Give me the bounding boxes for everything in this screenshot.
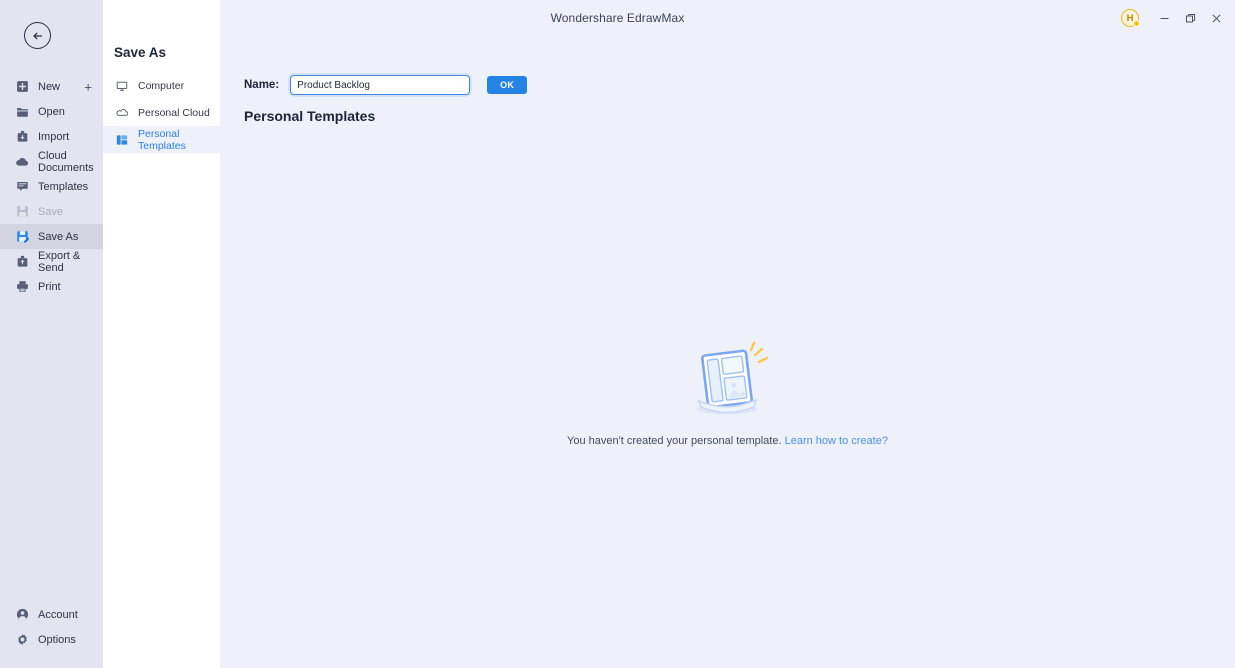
save-icon-svg <box>16 206 28 217</box>
sidebar-item-options[interactable]: Options <box>0 627 103 652</box>
personal-templates-icon <box>115 133 128 146</box>
sidebar-item-account[interactable]: Account <box>0 602 103 627</box>
avatar[interactable]: H <box>1121 9 1140 27</box>
left-sidebar: New + Open Import Cloud Documents Templa… <box>0 0 103 668</box>
content-area: Name: OK Personal Templates <box>220 36 1235 668</box>
folder-icon-svg <box>16 107 28 117</box>
sidebar-item-label: Print <box>38 280 61 293</box>
ok-button[interactable]: OK <box>487 76 528 94</box>
minimize-icon <box>1160 17 1168 19</box>
import-icon <box>15 130 29 144</box>
sidebar-item-label: Import <box>38 130 70 143</box>
name-input[interactable] <box>290 75 471 95</box>
window-controls: H <box>1121 6 1229 30</box>
edrawmax-window: Wondershare EdrawMax H New + Open Import… <box>0 0 1235 668</box>
save-destination-list: Computer Personal Cloud Personal Templat… <box>103 72 220 153</box>
sidebar-item-label: Templates <box>38 180 89 193</box>
save-target-computer[interactable]: Computer <box>103 72 220 99</box>
learn-how-to-create-link[interactable]: Learn how to create? <box>785 435 888 447</box>
folder-icon <box>15 105 29 119</box>
name-row: Name: OK <box>244 75 528 95</box>
save-target-personal-templates[interactable]: Personal Templates <box>103 126 220 153</box>
empty-state-message: You haven't created your personal templa… <box>567 435 782 447</box>
maximize-button[interactable] <box>1177 6 1203 30</box>
sidebar-item-print[interactable]: Print <box>0 274 103 299</box>
save-as-icon <box>15 230 29 244</box>
account-icon-svg <box>16 608 28 621</box>
sidebar-item-label: New <box>38 80 61 93</box>
options-gear-icon-svg <box>17 634 27 645</box>
save-as-icon-svg <box>16 231 29 243</box>
sidebar-item-label: Save As <box>38 230 79 243</box>
printer-icon-svg <box>16 281 28 292</box>
save-target-label: Computer <box>138 79 185 92</box>
cloud-outline-icon-svg <box>115 108 128 116</box>
close-button[interactable] <box>1203 6 1229 30</box>
panel-title: Save As <box>114 45 167 60</box>
sidebar-item-save-as[interactable]: Save As <box>0 224 103 249</box>
new-icon-svg <box>16 81 28 92</box>
name-label: Name: <box>244 79 280 91</box>
section-title: Personal Templates <box>244 108 376 124</box>
personal-templates-icon-svg <box>116 134 127 145</box>
empty-state: You haven't created your personal templa… <box>220 341 1235 447</box>
cloud-icon <box>15 155 29 169</box>
account-icon <box>15 608 29 622</box>
save-target-personal-cloud[interactable]: Personal Cloud <box>103 99 220 126</box>
empty-template-illustration-icon <box>696 341 768 415</box>
sidebar-item-label: Save <box>38 205 64 218</box>
templates-icon <box>15 180 29 194</box>
sidebar-item-label: Options <box>38 633 76 646</box>
printer-icon <box>15 280 29 294</box>
minimize-button[interactable] <box>1151 6 1177 30</box>
sidebar-item-label: Account <box>38 608 78 621</box>
monitor-icon <box>115 79 128 92</box>
save-as-panel: Save As Computer Personal Cloud Personal… <box>103 0 220 668</box>
empty-state-text: You haven't created your personal templa… <box>567 435 888 447</box>
window-title: Wondershare EdrawMax <box>550 11 685 25</box>
new-icon <box>15 80 29 94</box>
import-icon-svg <box>17 130 27 142</box>
save-icon <box>15 205 29 219</box>
cloud-outline-icon <box>115 106 128 119</box>
add-new-icon[interactable]: + <box>84 80 92 93</box>
templates-icon-svg <box>16 181 28 192</box>
close-icon <box>1211 13 1221 23</box>
sidebar-item-new[interactable]: New + <box>0 74 103 99</box>
avatar-badge-icon <box>1133 20 1140 27</box>
sidebar-item-templates[interactable]: Templates <box>0 174 103 199</box>
save-target-label: Personal Templates <box>138 127 186 152</box>
sidebar-item-save: Save <box>0 199 103 224</box>
options-gear-icon <box>15 633 29 647</box>
save-target-label: Personal Cloud <box>138 106 210 119</box>
sidebar-item-cloud-documents[interactable]: Cloud Documents <box>0 149 103 174</box>
maximize-icon <box>1185 13 1195 22</box>
sidebar-item-import[interactable]: Import <box>0 124 103 149</box>
sidebar-item-label: Open <box>38 105 65 118</box>
sidebar-bottom-nav: Account Options <box>0 602 103 652</box>
monitor-icon-svg <box>116 81 127 91</box>
sidebar-item-label: Export & Send <box>38 249 81 274</box>
back-arrow-icon <box>32 31 42 40</box>
sidebar-item-open[interactable]: Open <box>0 99 103 124</box>
back-button[interactable] <box>24 22 51 49</box>
export-send-icon-svg <box>17 255 27 267</box>
export-send-icon <box>15 255 29 269</box>
sidebar-item-label: Cloud Documents <box>38 149 94 174</box>
cloud-icon-svg <box>16 157 29 166</box>
sidebar-item-export-send[interactable]: Export & Send <box>0 249 103 274</box>
sidebar-nav: New + Open Import Cloud Documents Templa… <box>0 74 103 299</box>
